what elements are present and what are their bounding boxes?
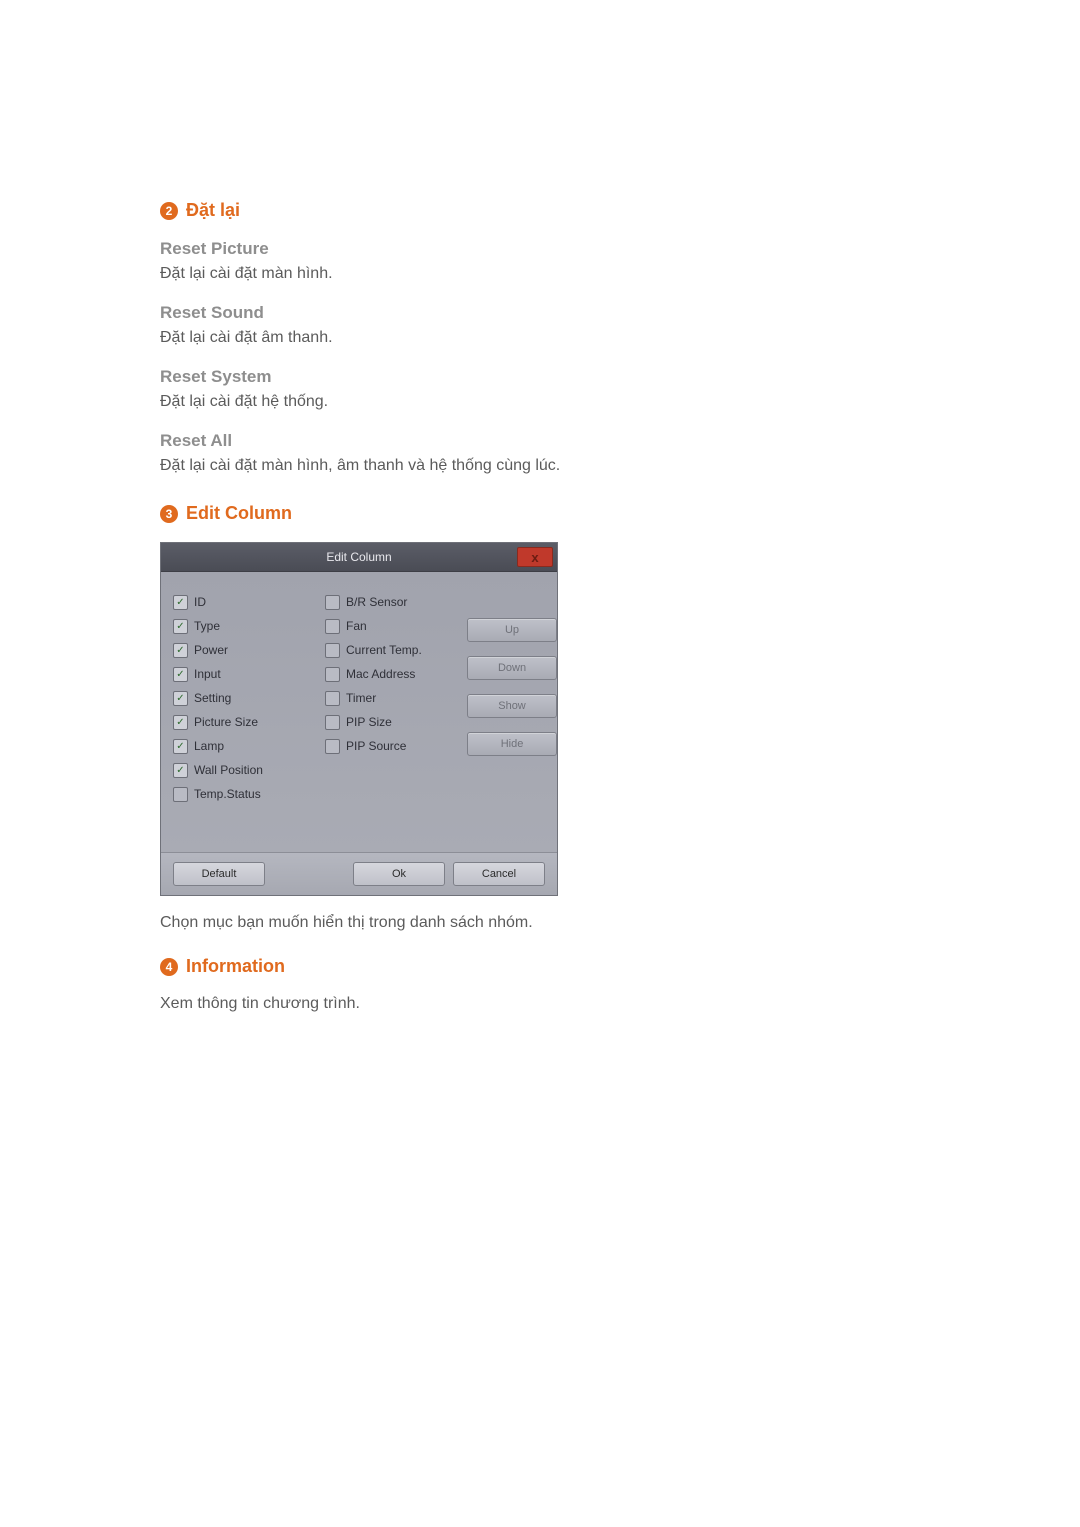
checkbox-br-sensor[interactable]: ✓ B/R Sensor xyxy=(325,590,455,614)
reset-all-head: Reset All xyxy=(160,431,920,451)
checkbox-label: PIP Size xyxy=(346,715,392,729)
section-3-caption: Chọn mục bạn muốn hiển thị trong danh sá… xyxy=(160,914,920,932)
checkbox-mac-address[interactable]: ✓ Mac Address xyxy=(325,662,455,686)
show-button[interactable]: Show xyxy=(467,694,557,718)
check-icon: ✓ xyxy=(325,643,340,658)
side-button-column: Up Down Show Hide xyxy=(467,590,557,806)
down-button[interactable]: Down xyxy=(467,656,557,680)
hide-button[interactable]: Hide xyxy=(467,732,557,756)
check-icon: ✓ xyxy=(173,595,188,610)
dialog-titlebar: Edit Column x xyxy=(161,543,557,572)
check-icon: ✓ xyxy=(173,715,188,730)
checkbox-label: Power xyxy=(194,643,228,657)
check-icon: ✓ xyxy=(173,739,188,754)
checkbox-label: Fan xyxy=(346,619,367,633)
section-4-title: Information xyxy=(186,956,285,977)
check-icon: ✓ xyxy=(173,763,188,778)
checkbox-label: Timer xyxy=(346,691,376,705)
checkbox-temp-status[interactable]: ✓ Temp.Status xyxy=(173,782,313,806)
checkbox-power[interactable]: ✓ Power xyxy=(173,638,313,662)
checkbox-timer[interactable]: ✓ Timer xyxy=(325,686,455,710)
checkbox-fan[interactable]: ✓ Fan xyxy=(325,614,455,638)
dialog-body: ✓ ID ✓ Type ✓ Power ✓ Input ✓ Setting ✓ Pictur… xyxy=(161,572,557,852)
checkbox-label: Setting xyxy=(194,691,231,705)
cancel-button[interactable]: Cancel xyxy=(453,862,545,886)
section-4-bullet-icon: 4 xyxy=(160,958,178,976)
check-icon: ✓ xyxy=(325,691,340,706)
check-icon: ✓ xyxy=(173,787,188,802)
reset-all-body: Đặt lại cài đặt màn hình, âm thanh và hệ… xyxy=(160,457,920,475)
checkbox-label: PIP Source xyxy=(346,739,406,753)
reset-system-head: Reset System xyxy=(160,367,920,387)
checkbox-setting[interactable]: ✓ Setting xyxy=(173,686,313,710)
checkbox-label: Type xyxy=(194,619,220,633)
checkbox-label: B/R Sensor xyxy=(346,595,407,609)
section-3-bullet-icon: 3 xyxy=(160,505,178,523)
close-button[interactable]: x xyxy=(517,547,553,567)
section-4-header: 4 Information xyxy=(160,956,920,977)
section-3-header: 3 Edit Column xyxy=(160,503,920,524)
check-icon: ✓ xyxy=(173,643,188,658)
section-4-body: Xem thông tin chương trình. xyxy=(160,995,920,1013)
checkbox-label: Input xyxy=(194,667,221,681)
mid-column: ✓ B/R Sensor ✓ Fan ✓ Current Temp. ✓ Mac Add… xyxy=(325,590,455,806)
check-icon: ✓ xyxy=(325,595,340,610)
reset-picture-body: Đặt lại cài đặt màn hình. xyxy=(160,265,920,283)
checkbox-type[interactable]: ✓ Type xyxy=(173,614,313,638)
checkbox-input[interactable]: ✓ Input xyxy=(173,662,313,686)
section-2-header: 2 Đặt lại xyxy=(160,200,920,221)
checkbox-label: Wall Position xyxy=(194,763,263,777)
edit-column-dialog-screenshot: Edit Column x ✓ ID ✓ Type ✓ Power ✓ Input ✓ S… xyxy=(160,542,920,896)
close-icon: x xyxy=(531,550,538,565)
ok-button[interactable]: Ok xyxy=(353,862,445,886)
check-icon: ✓ xyxy=(325,739,340,754)
checkbox-pip-source[interactable]: ✓ PIP Source xyxy=(325,734,455,758)
edit-column-dialog: Edit Column x ✓ ID ✓ Type ✓ Power ✓ Input ✓ S… xyxy=(160,542,558,896)
document-page: 2 Đặt lại Reset Picture Đặt lại cài đặt … xyxy=(0,0,1080,1433)
checkbox-picture-size[interactable]: ✓ Picture Size xyxy=(173,710,313,734)
left-column: ✓ ID ✓ Type ✓ Power ✓ Input ✓ Setting ✓ Pictur… xyxy=(173,590,313,806)
checkbox-label: ID xyxy=(194,595,206,609)
check-icon: ✓ xyxy=(325,619,340,634)
checkbox-id[interactable]: ✓ ID xyxy=(173,590,313,614)
reset-picture-head: Reset Picture xyxy=(160,239,920,259)
section-3-title: Edit Column xyxy=(186,503,292,524)
section-2-bullet-icon: 2 xyxy=(160,202,178,220)
checkbox-pip-size[interactable]: ✓ PIP Size xyxy=(325,710,455,734)
check-icon: ✓ xyxy=(173,619,188,634)
up-button[interactable]: Up xyxy=(467,618,557,642)
default-button[interactable]: Default xyxy=(173,862,265,886)
check-icon: ✓ xyxy=(173,691,188,706)
reset-sound-body: Đặt lại cài đặt âm thanh. xyxy=(160,329,920,347)
checkbox-label: Lamp xyxy=(194,739,224,753)
checkbox-label: Picture Size xyxy=(194,715,258,729)
check-icon: ✓ xyxy=(325,667,340,682)
checkbox-label: Temp.Status xyxy=(194,787,261,801)
check-icon: ✓ xyxy=(325,715,340,730)
section-2-title: Đặt lại xyxy=(186,200,240,221)
checkbox-current-temp[interactable]: ✓ Current Temp. xyxy=(325,638,455,662)
checkbox-wall-position[interactable]: ✓ Wall Position xyxy=(173,758,313,782)
reset-sound-head: Reset Sound xyxy=(160,303,920,323)
checkbox-lamp[interactable]: ✓ Lamp xyxy=(173,734,313,758)
checkbox-label: Mac Address xyxy=(346,667,415,681)
dialog-footer: Default Ok Cancel xyxy=(161,852,557,895)
dialog-title: Edit Column xyxy=(326,550,391,564)
check-icon: ✓ xyxy=(173,667,188,682)
checkbox-label: Current Temp. xyxy=(346,643,422,657)
reset-system-body: Đặt lại cài đặt hệ thống. xyxy=(160,393,920,411)
